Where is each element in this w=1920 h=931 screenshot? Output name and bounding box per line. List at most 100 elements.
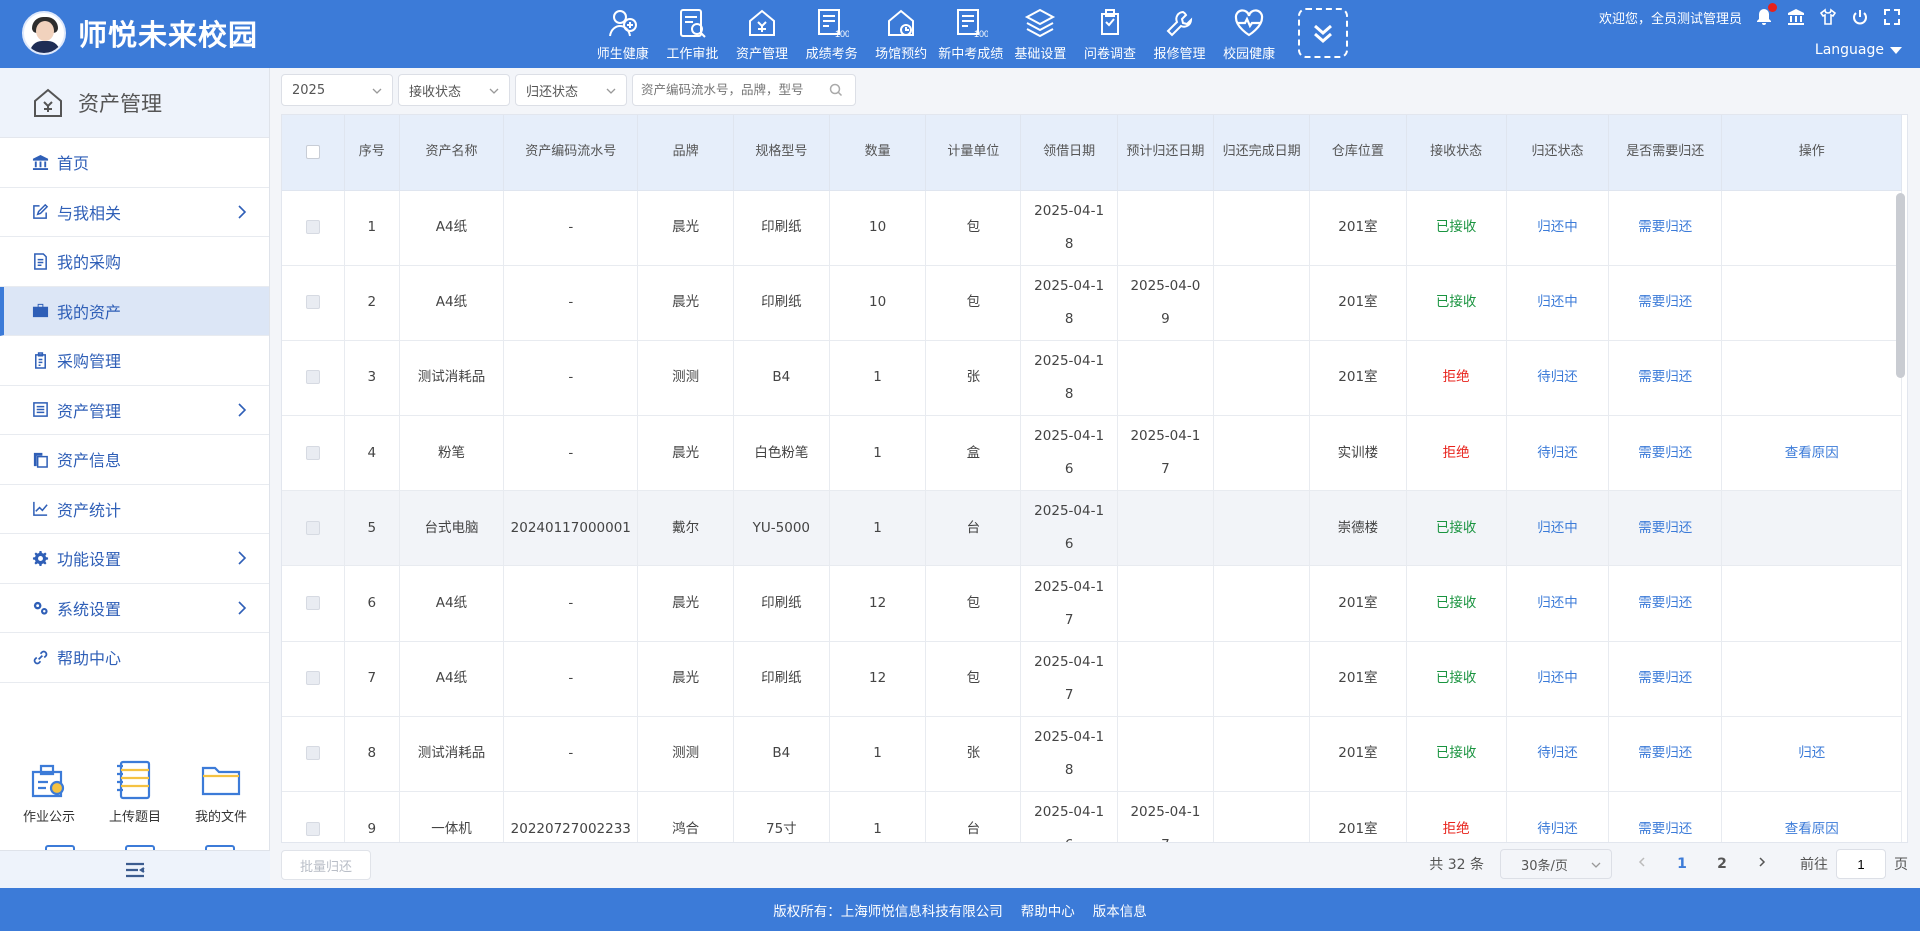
table-row[interactable]: 4 粉笔 - 晨光 白色粉笔 1 盒 2025-04-16 2025-04-17 实训楼 拒绝 待归还… — [282, 415, 1902, 492]
logout-button[interactable] — [1850, 7, 1870, 27]
sidebar-item-purchase-management[interactable]: 采购管理 — [0, 336, 269, 386]
table-row[interactable]: 7 A4纸 - 晨光 印刷纸 12 包 2025-04-17 201室 已接收 归还中 需要归还 — [282, 641, 1902, 717]
table-row[interactable]: 2 A4纸 - 晨光 印刷纸 10 包 2025-04-18 2025-04-09 201室 已接收… — [282, 265, 1902, 341]
nav-asset[interactable]: 资产管理 — [727, 4, 797, 64]
cell-borrow: 2025-04-18 — [1020, 265, 1118, 341]
nav-approval[interactable]: 工作审批 — [658, 4, 728, 64]
row-select-cell — [282, 415, 345, 492]
table-row[interactable]: 3 测试消耗品 - 测测 B4 1 张 2025-04-18 201室 拒绝 待归还 需要归还 — [282, 340, 1902, 417]
prev-page-button[interactable] — [1622, 856, 1662, 872]
cell-borrow: 2025-04-18 — [1020, 716, 1118, 793]
more-modules-button[interactable] — [1297, 8, 1348, 58]
table-row[interactable]: 5 台式电脑 20240117000001 戴尔 YU-5000 1 台 2025-04-16… — [282, 490, 1902, 567]
table-row[interactable]: 8 测试消耗品 - 测测 B4 1 张 2025-04-18 201室 已接收 待归还 需要归还 归还 — [282, 716, 1902, 793]
sidebar-item-related[interactable]: 与我相关 — [0, 188, 269, 237]
survey-icon — [1100, 9, 1119, 35]
cell-op — [1721, 565, 1902, 642]
nav-basic-settings[interactable]: 基础设置 — [1006, 4, 1076, 64]
page-number[interactable]: 1 — [1662, 856, 1702, 872]
link-icon — [33, 650, 48, 665]
top-bar: 师悦未来校园 师生健康 工作审批 资产管理 100 成绩考务 场馆预约 100 … — [0, 0, 1920, 68]
nav-survey[interactable]: 问卷调查 — [1075, 4, 1145, 64]
cell-brand: 鸿合 — [637, 791, 734, 842]
sidebar-item-label: 资产统计 — [57, 500, 122, 520]
page-number[interactable]: 2 — [1702, 856, 1742, 872]
goto-page-input[interactable] — [1836, 849, 1886, 879]
cell-done — [1213, 791, 1311, 842]
avatar[interactable] — [22, 11, 66, 55]
sidebar-item-asset-management[interactable]: 资产管理 — [0, 386, 269, 435]
search-icon[interactable] — [829, 83, 843, 97]
collapse-sidebar-button[interactable] — [0, 850, 270, 888]
cell-brand: 测测 — [637, 716, 734, 793]
table-row[interactable]: 9一体机20220727002233鸿合75寸1台2025-04-162025-… — [282, 791, 1902, 842]
language-switch[interactable]: Language — [1599, 42, 1902, 58]
cell-code: - — [503, 415, 639, 492]
next-page-button[interactable] — [1742, 856, 1782, 872]
receive-status-select[interactable]: 接收状态 — [398, 74, 510, 106]
edit-icon — [33, 204, 49, 220]
sidebar-item-home[interactable]: 首页 — [0, 138, 269, 188]
table-scrollbar[interactable] — [1896, 191, 1905, 841]
footer-help-link[interactable]: 帮助中心 — [1021, 900, 1075, 920]
cell-op[interactable]: 查看原因 — [1721, 791, 1902, 842]
sidebar-item-help[interactable]: 帮助中心 — [0, 633, 269, 683]
sidebar-item-my-purchase[interactable]: 我的采购 — [0, 237, 269, 287]
page-size-select[interactable]: 30条/页 — [1500, 849, 1612, 879]
upload-question-icon — [117, 760, 151, 800]
cell-op[interactable]: 归还 — [1721, 716, 1902, 793]
cell-recv: 已接收 — [1406, 641, 1507, 717]
table-row[interactable]: 1 A4纸 - 晨光 印刷纸 10 包 2025-04-18 201室 已接收 归还中 需要归还 — [282, 190, 1902, 266]
filter-bar: 2025 接收状态 归还状态 — [281, 74, 856, 106]
nav-venue[interactable]: 场馆预约 — [866, 4, 936, 64]
row-checkbox[interactable] — [305, 445, 320, 460]
sidebar-item-asset-info[interactable]: 资产信息 — [0, 435, 269, 485]
notification-button[interactable] — [1754, 3, 1777, 27]
cell-unit: 张 — [925, 716, 1022, 793]
fullscreen-button[interactable] — [1882, 7, 1902, 27]
school-button[interactable] — [1786, 7, 1806, 27]
row-checkbox[interactable] — [305, 295, 320, 310]
select-all-checkbox[interactable] — [305, 144, 320, 159]
approval-icon — [680, 9, 707, 38]
row-checkbox[interactable] — [305, 821, 320, 836]
cell-expect — [1117, 565, 1215, 642]
notification-dot — [1768, 3, 1777, 12]
row-select-cell — [282, 490, 345, 567]
cell-borrow: 2025-04-16 — [1020, 791, 1118, 842]
cell-done — [1213, 641, 1311, 717]
row-checkbox[interactable] — [305, 520, 320, 535]
cell-op — [1721, 265, 1902, 341]
row-checkbox[interactable] — [305, 220, 320, 235]
column-header: 是否需要归还 — [1608, 115, 1723, 191]
nav-repair[interactable]: 报修管理 — [1145, 4, 1215, 64]
nav-score[interactable]: 100 成绩考务 — [797, 4, 867, 64]
nav-health[interactable]: 师生健康 — [588, 4, 658, 64]
quick-upload-question[interactable]: 上传题目 — [93, 758, 177, 825]
table-row[interactable]: 6 A4纸 - 晨光 印刷纸 12 包 2025-04-17 201室 已接收 归还中 需要归还 — [282, 565, 1902, 642]
return-status-select[interactable]: 归还状态 — [515, 74, 627, 106]
batch-return-button[interactable]: 批量归还 — [281, 850, 371, 880]
cell-op[interactable]: 查看原因 — [1721, 415, 1902, 492]
sidebar-item-asset-statistics[interactable]: 资产统计 — [0, 485, 269, 534]
row-checkbox[interactable] — [305, 671, 320, 686]
footer-version-link[interactable]: 版本信息 — [1093, 900, 1147, 920]
scrollbar-thumb[interactable] — [1896, 193, 1905, 378]
quick-homework[interactable]: 作业公示 — [7, 758, 91, 825]
cell-ret: 待归还 — [1506, 340, 1610, 417]
nav-campus-health[interactable]: 校园健康 — [1214, 4, 1284, 64]
row-checkbox[interactable] — [305, 596, 320, 611]
quick-my-files[interactable]: 我的文件 — [179, 758, 263, 825]
search-input[interactable] — [641, 83, 829, 97]
sidebar-item-my-assets[interactable]: 我的资产 — [0, 286, 269, 336]
row-checkbox[interactable] — [305, 746, 320, 761]
sidebar-item-system-settings[interactable]: 系统设置 — [0, 584, 269, 633]
sidebar-item-function-settings[interactable]: 功能设置 — [0, 534, 269, 584]
nav-new-score[interactable]: 100 新中考成绩 — [936, 4, 1006, 64]
skin-button[interactable] — [1818, 7, 1838, 27]
cell-loc: 201室 — [1309, 641, 1407, 717]
row-checkbox[interactable] — [305, 370, 320, 385]
year-select[interactable]: 2025 — [281, 74, 393, 106]
sidebar-item-label: 首页 — [57, 154, 90, 174]
cell-unit: 包 — [925, 641, 1022, 717]
